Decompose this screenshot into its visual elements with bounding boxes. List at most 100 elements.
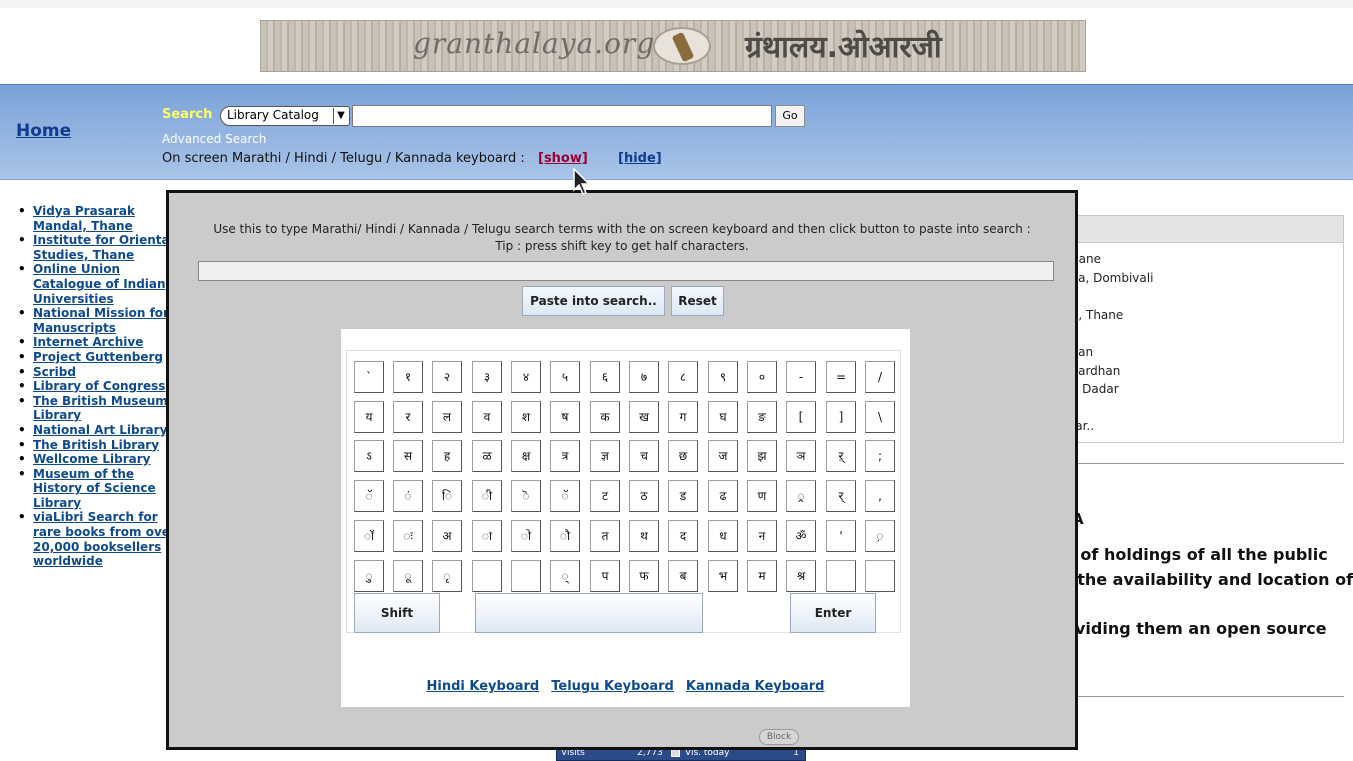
keyboard-key[interactable]: ब (668, 560, 698, 592)
keyboard-key[interactable]: ग (668, 401, 698, 433)
show-keyboard-link[interactable]: [show] (538, 151, 588, 166)
enter-key[interactable]: Enter (790, 593, 876, 633)
keyboard-key[interactable]: ० (747, 361, 777, 393)
library-list-item[interactable]: a Dadar (1071, 382, 1119, 396)
list-item[interactable]: Internet Archive (18, 335, 178, 350)
keyboard-key[interactable]: छ (668, 440, 698, 472)
site-banner[interactable]: granthalaya.org ग्रंथालय.ओआरजी (260, 20, 1086, 72)
keyboard-key[interactable]: थ (629, 520, 659, 552)
list-item[interactable]: viaLibri Search for rare books from over… (18, 510, 178, 568)
shift-key[interactable]: Shift (354, 593, 440, 633)
keyboard-key[interactable]: ] (826, 401, 856, 433)
keyboard-key[interactable]: ५ (550, 361, 580, 393)
external-link[interactable]: Institute for Oriental Studies, Thane (33, 233, 174, 262)
keyboard-key[interactable]: , (865, 480, 895, 512)
external-link[interactable]: The British Library (33, 438, 159, 452)
keyboard-key[interactable]: र् (826, 480, 856, 512)
keyboard-key[interactable]: झ (747, 440, 777, 472)
external-link[interactable]: Project Guttenberg (33, 350, 163, 364)
keyboard-key[interactable]: ट (590, 480, 620, 512)
keyboard-input[interactable] (198, 261, 1054, 281)
keyboard-key[interactable]: श्र (786, 560, 816, 592)
keyboard-key[interactable]: ; (865, 440, 895, 472)
keyboard-key[interactable]: ऱ् (826, 440, 856, 472)
keyboard-key[interactable]: ॆ (511, 480, 541, 512)
keyboard-key[interactable]: ङ (747, 401, 777, 433)
keyboard-key[interactable]: ा (472, 520, 502, 552)
keyboard-key[interactable] (865, 560, 895, 592)
list-item[interactable]: Project Guttenberg (18, 350, 178, 365)
library-list-item[interactable]: vardhan (1071, 364, 1120, 378)
external-link[interactable]: National Mission for Manuscripts (33, 306, 169, 335)
keyboard-key[interactable]: ू (393, 560, 423, 592)
keyboard-key[interactable]: ७ (629, 361, 659, 393)
keyboard-key[interactable]: ॉ (354, 520, 384, 552)
keyboard-key[interactable]: भ (708, 560, 738, 592)
keyboard-key[interactable]: व (472, 401, 502, 433)
list-item[interactable]: Wellcome Library (18, 452, 178, 467)
keyboard-language-link[interactable]: Kannada Keyboard (686, 679, 825, 694)
keyboard-key[interactable]: ज (708, 440, 738, 472)
keyboard-key[interactable]: ्र (786, 480, 816, 512)
library-list-item[interactable]: ya, Dombivali (1071, 271, 1153, 285)
keyboard-key[interactable]: ह (432, 440, 462, 472)
keyboard-key[interactable]: ौ (550, 520, 580, 552)
keyboard-key[interactable]: ि (432, 480, 462, 512)
keyboard-key[interactable]: = (826, 361, 856, 393)
keyboard-key[interactable]: ञ (786, 440, 816, 472)
keyboard-key[interactable]: ॅ (550, 480, 580, 512)
keyboard-key[interactable]: म (747, 560, 777, 592)
keyboard-key[interactable]: ८ (668, 361, 698, 393)
keyboard-key[interactable]: द (668, 520, 698, 552)
keyboard-key[interactable]: ं (393, 480, 423, 512)
library-list-item[interactable]: a, Thane (1071, 308, 1123, 322)
keyboard-key[interactable]: ो (511, 520, 541, 552)
advanced-search-link[interactable]: Advanced Search (162, 132, 266, 146)
hide-keyboard-link[interactable]: [hide] (618, 151, 662, 166)
list-item[interactable]: Institute for Oriental Studies, Thane (18, 233, 178, 262)
keyboard-key[interactable]: ड (668, 480, 698, 512)
keyboard-key[interactable] (472, 560, 502, 592)
go-button[interactable]: Go (775, 105, 805, 127)
keyboard-key[interactable]: / (865, 361, 895, 393)
external-link[interactable]: Vidya Prasarak Mandal, Thane (33, 204, 135, 233)
keyboard-key[interactable]: ु (354, 560, 384, 592)
keyboard-key[interactable]: ९ (708, 361, 738, 393)
keyboard-key[interactable]: च (629, 440, 659, 472)
list-item[interactable]: Museum of the History of Science Library (18, 467, 178, 511)
keyboard-key[interactable]: ४ (511, 361, 541, 393)
list-item[interactable]: Scribd (18, 365, 178, 380)
keyboard-key[interactable] (826, 560, 856, 592)
keyboard-key[interactable]: त्र (550, 440, 580, 472)
keyboard-key[interactable]: ी (472, 480, 502, 512)
keyboard-key[interactable]: ध (708, 520, 738, 552)
keyboard-key[interactable]: फ (629, 560, 659, 592)
keyboard-key[interactable]: \ (865, 401, 895, 433)
list-item[interactable]: National Mission for Manuscripts (18, 306, 178, 335)
keyboard-key[interactable]: ठ (629, 480, 659, 512)
keyboard-key[interactable]: ् (550, 560, 580, 592)
keyboard-key[interactable]: अ (432, 520, 462, 552)
search-input[interactable] (352, 105, 772, 127)
keyboard-key[interactable]: ृ (432, 560, 462, 592)
external-link[interactable]: Online Union Catalogue of Indian Univers… (33, 262, 166, 305)
external-link[interactable]: National Art Library (33, 423, 167, 437)
keyboard-language-link[interactable]: Telugu Keyboard (551, 679, 674, 694)
external-link[interactable]: Scribd (33, 365, 76, 379)
keyboard-key[interactable]: ष (550, 401, 580, 433)
list-item[interactable]: Vidya Prasarak Mandal, Thane (18, 204, 178, 233)
paste-into-search-button[interactable]: Paste into search.. (522, 286, 665, 316)
external-link[interactable]: Library of Congress (33, 379, 165, 393)
keyboard-key[interactable]: ` (354, 361, 384, 393)
keyboard-key[interactable]: क्ष (511, 440, 541, 472)
keyboard-key[interactable]: ज्ञ (590, 440, 620, 472)
block-button[interactable]: Block (759, 729, 799, 745)
external-link[interactable]: viaLibri Search for rare books from over… (33, 510, 176, 568)
external-link[interactable]: Wellcome Library (33, 452, 150, 466)
keyboard-key[interactable] (511, 560, 541, 592)
list-item[interactable]: National Art Library (18, 423, 178, 438)
search-scope-select[interactable]: Library Catalog ▼ (220, 106, 350, 126)
keyboard-key[interactable]: ३ (472, 361, 502, 393)
external-link[interactable]: The British Museum Library (33, 394, 168, 423)
keyboard-key[interactable]: त (590, 520, 620, 552)
